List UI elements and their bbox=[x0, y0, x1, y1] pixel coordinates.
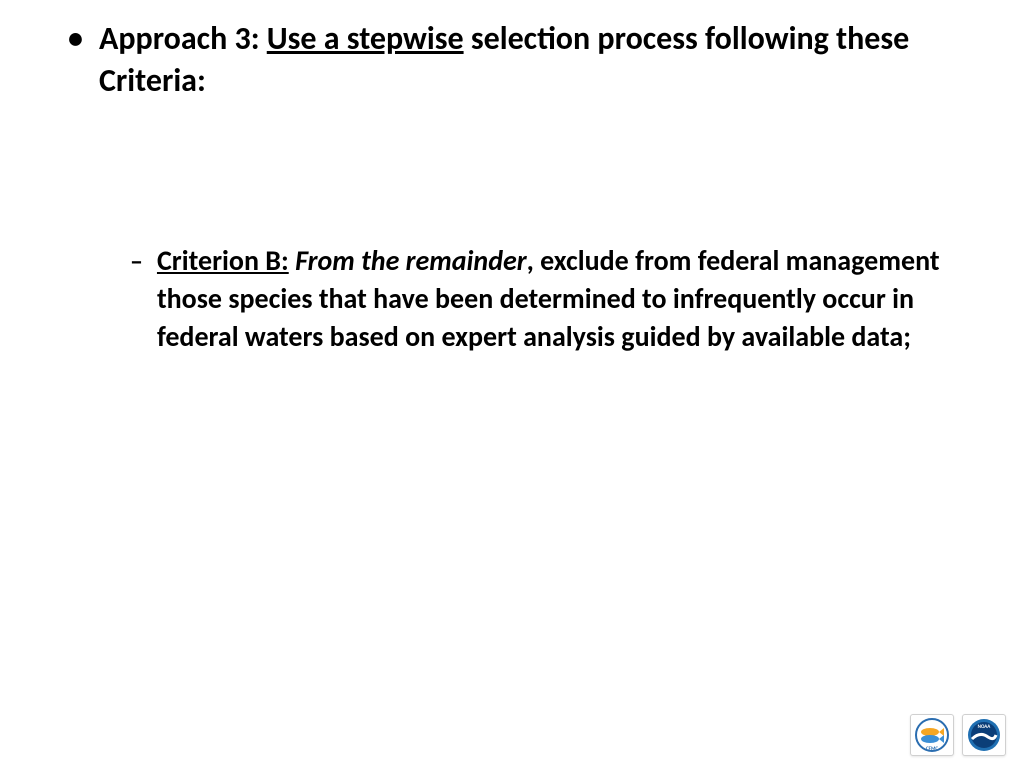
cfmc-logo: CFMC bbox=[910, 714, 954, 756]
footer-logos: CFMC NOAA bbox=[910, 714, 1006, 756]
approach-prefix: Approach 3: bbox=[99, 19, 267, 58]
svg-text:NOAA: NOAA bbox=[978, 724, 992, 730]
criterion-text: Criterion B: From the remainder, exclude… bbox=[157, 242, 964, 356]
criterion-italic: From the remainder bbox=[289, 243, 527, 278]
approach-underlined: Use a stepwise bbox=[267, 19, 464, 58]
noaa-logo-icon: NOAA bbox=[966, 717, 1002, 753]
cfmc-logo-icon: CFMC bbox=[914, 717, 950, 753]
noaa-logo: NOAA bbox=[962, 714, 1006, 756]
bullet-marker-l2: – bbox=[130, 242, 143, 280]
criterion-label: Criterion B: bbox=[157, 243, 289, 278]
slide: • Approach 3: Use a stepwise selection p… bbox=[0, 0, 1024, 768]
criterion-block: – Criterion B: From the remainder, exclu… bbox=[130, 242, 964, 356]
criterion-bullet: – Criterion B: From the remainder, exclu… bbox=[130, 242, 964, 356]
svg-text:CFMC: CFMC bbox=[926, 746, 938, 752]
approach-text: Approach 3: Use a stepwise selection pro… bbox=[99, 18, 974, 102]
approach-bullet: • Approach 3: Use a stepwise selection p… bbox=[68, 18, 974, 102]
bullet-marker-l1: • bbox=[68, 18, 83, 60]
